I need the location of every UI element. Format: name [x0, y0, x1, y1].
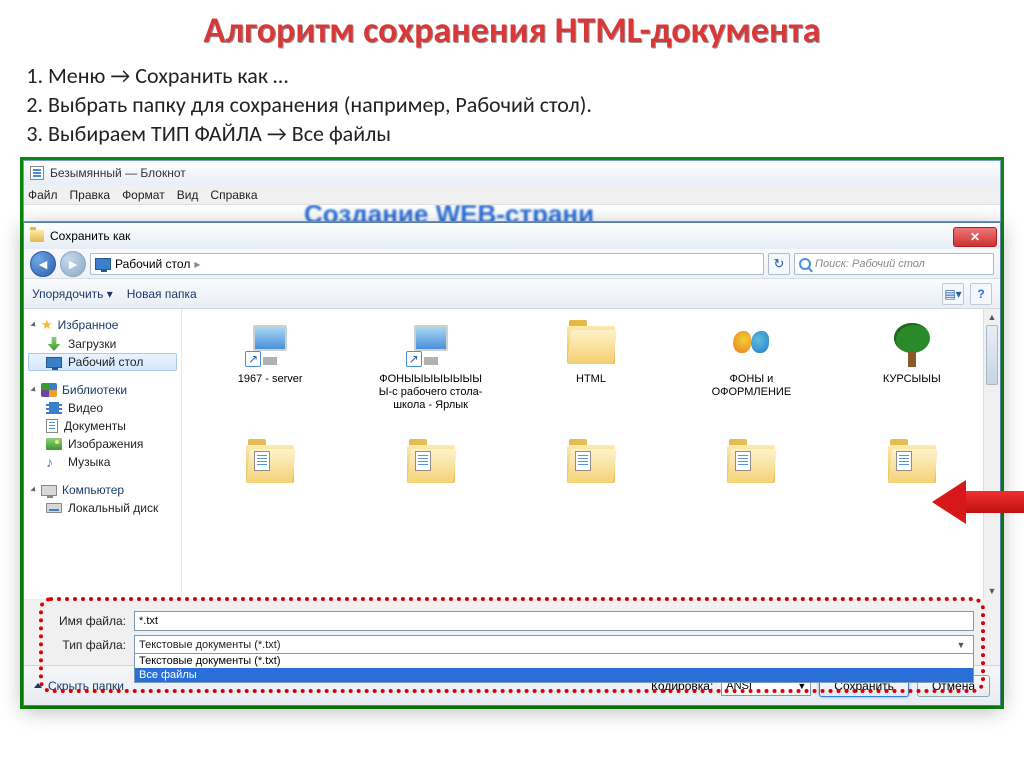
menu-file[interactable]: Файл: [28, 188, 58, 202]
file-item-html-folder[interactable]: HTML: [513, 317, 669, 432]
file-grid-scrollbar[interactable]: ▲ ▼: [983, 309, 1000, 599]
file-item-courses[interactable]: КУРСЫЫЫ: [834, 317, 990, 432]
file-item-fony-design[interactable]: ФОНЫ и ОФОРМЛЕНИЕ: [673, 317, 829, 432]
scroll-up-arrow[interactable]: ▲: [984, 309, 1000, 325]
sidebar-favorites-head[interactable]: ★Избранное: [28, 315, 177, 335]
notepad-menubar[interactable]: Файл Правка Формат Вид Справка: [24, 185, 1000, 205]
desktop-icon: [95, 258, 111, 270]
help-button[interactable]: ?: [970, 283, 992, 305]
sidebar-item-music[interactable]: ♪Музыка: [28, 453, 177, 471]
file-item-folder[interactable]: [513, 436, 669, 551]
notepad-window: Безымянный — Блокнот Файл Правка Формат …: [23, 160, 1001, 222]
hide-folders-toggle[interactable]: Скрыть папки: [34, 679, 124, 693]
notepad-title-text: Безымянный — Блокнот: [50, 166, 186, 180]
nav-back-button[interactable]: ◄: [30, 251, 56, 277]
filetype-option-all[interactable]: Все файлы: [135, 668, 973, 682]
step-1: Меню → Сохранить как …: [48, 62, 1000, 89]
sidebar-item-downloads[interactable]: Загрузки: [28, 335, 177, 353]
sidebar-item-images[interactable]: Изображения: [28, 435, 177, 453]
organize-button[interactable]: Упорядочить ▾: [32, 287, 113, 301]
slide-title: Алгоритм сохранения HTML-документа: [0, 0, 1024, 56]
file-item-server[interactable]: ↗ 1967 - server: [192, 317, 348, 432]
refresh-button[interactable]: ↻: [768, 253, 790, 275]
notepad-body: Создание WEB-страни: [24, 205, 1000, 221]
screenshot-frame: Безымянный — Блокнот Файл Правка Формат …: [20, 157, 1004, 709]
step-2: Выбрать папку для сохранения (например, …: [48, 91, 1000, 118]
breadcrumb-desktop[interactable]: Рабочий стол: [115, 257, 190, 271]
folder-icon: [30, 230, 44, 242]
shortcut-arrow-icon: ↗: [406, 351, 422, 367]
search-placeholder: Поиск: Рабочий стол: [815, 258, 925, 270]
dialog-nav-row: ◄ ► Рабочий стол ▸ ↻ Поиск: Рабочий стол: [24, 249, 1000, 279]
shortcut-arrow-icon: ↗: [245, 351, 261, 367]
save-as-dialog: Сохранить как ✕ ◄ ► Рабочий стол ▸ ↻ Пои…: [23, 222, 1001, 706]
dialog-main: ★Избранное Загрузки Рабочий стол Библиот…: [24, 309, 1000, 599]
filetype-combo[interactable]: Текстовые документы (*.txt)▼: [134, 635, 974, 655]
file-item-folder[interactable]: [673, 436, 829, 551]
file-item-folder[interactable]: [352, 436, 508, 551]
sidebar-libraries-head[interactable]: Библиотеки: [28, 381, 177, 399]
step-3: Выбираем ТИП ФАЙЛА → Все файлы: [48, 120, 1000, 147]
background-slide-text: Создание WEB-страни: [304, 205, 594, 221]
filetype-dropdown[interactable]: Текстовые документы (*.txt) Все файлы: [134, 653, 974, 683]
search-input[interactable]: Поиск: Рабочий стол: [794, 253, 994, 275]
file-item-fony-shortcut[interactable]: ↗ ФОНЫЫЫЫЫЫЫЫЫ-с рабочего стола-школа - …: [352, 317, 508, 432]
filetype-option-txt[interactable]: Текстовые документы (*.txt): [135, 654, 973, 668]
menu-format[interactable]: Формат: [122, 188, 165, 202]
notepad-icon: [30, 166, 44, 180]
steps-list: Меню → Сохранить как … Выбрать папку для…: [0, 56, 1024, 157]
dialog-sidebar[interactable]: ★Избранное Загрузки Рабочий стол Библиот…: [24, 309, 182, 599]
scroll-thumb[interactable]: [986, 325, 998, 385]
scroll-down-arrow[interactable]: ▼: [984, 583, 1000, 599]
dialog-fields: Имя файла: Тип файла: Текстовые документ…: [24, 599, 1000, 665]
butterfly-icon: [731, 325, 771, 365]
sidebar-item-local-disk[interactable]: Локальный диск: [28, 499, 177, 517]
chevron-up-icon: [34, 683, 42, 688]
breadcrumb[interactable]: Рабочий стол ▸: [90, 253, 764, 275]
notepad-titlebar: Безымянный — Блокнот: [24, 161, 1000, 185]
dialog-toolbar: Упорядочить ▾ Новая папка ▤▾ ?: [24, 279, 1000, 309]
view-options-button[interactable]: ▤▾: [942, 283, 964, 305]
new-folder-button[interactable]: Новая папка: [127, 287, 197, 301]
file-grid[interactable]: ↗ 1967 - server ↗ ФОНЫЫЫЫЫЫЫЫЫ-с рабочег…: [182, 309, 1000, 599]
callout-arrow: [926, 480, 1024, 524]
menu-help[interactable]: Справка: [210, 188, 257, 202]
dialog-titlebar[interactable]: Сохранить как ✕: [24, 223, 1000, 249]
filename-input[interactable]: [134, 611, 974, 631]
sidebar-item-documents[interactable]: Документы: [28, 417, 177, 435]
filetype-label: Тип файла:: [50, 638, 134, 652]
search-icon: [799, 258, 811, 270]
dialog-title-text: Сохранить как: [50, 229, 130, 243]
sidebar-item-video[interactable]: Видео: [28, 399, 177, 417]
menu-edit[interactable]: Правка: [70, 188, 111, 202]
breadcrumb-sep: ▸: [194, 257, 200, 271]
close-button[interactable]: ✕: [953, 227, 997, 247]
menu-view[interactable]: Вид: [177, 188, 199, 202]
sidebar-item-desktop[interactable]: Рабочий стол: [28, 353, 177, 371]
tree-icon: [890, 323, 934, 367]
nav-forward-button[interactable]: ►: [60, 251, 86, 277]
filename-label: Имя файла:: [50, 614, 134, 628]
file-item-folder[interactable]: [192, 436, 348, 551]
sidebar-computer-head[interactable]: Компьютер: [28, 481, 177, 499]
